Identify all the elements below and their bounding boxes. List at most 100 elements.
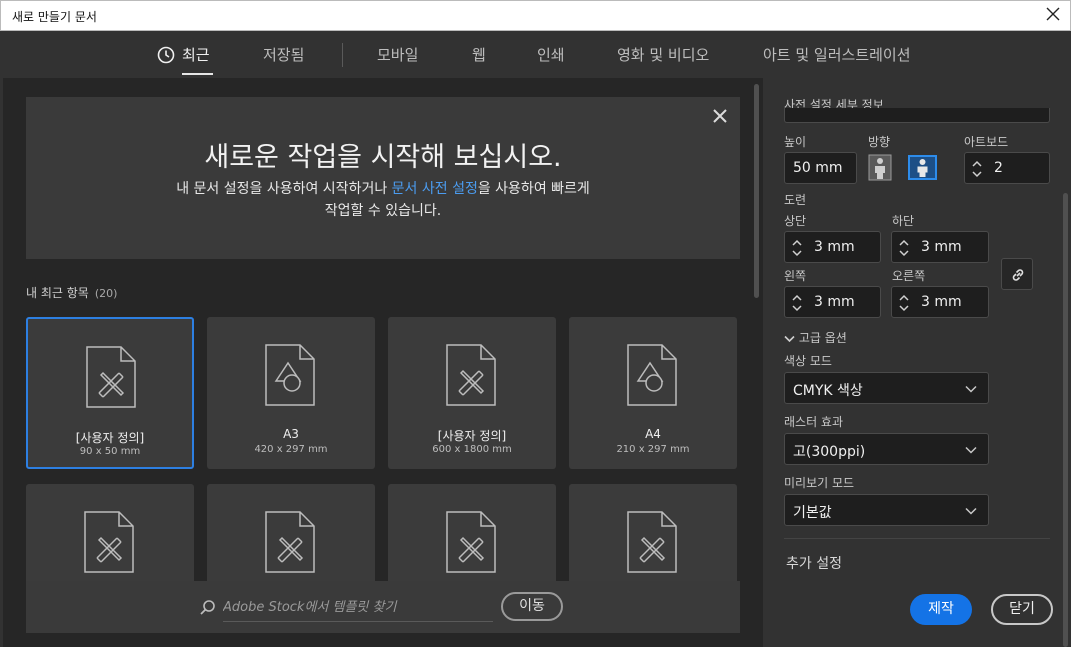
recent-item[interactable] bbox=[26, 484, 194, 581]
link-bleed-button[interactable] bbox=[1001, 258, 1033, 290]
category-tabs: 최근 저장됨 모바일 웹 인쇄 영화 및 비디오 아트 및 일러스트레이션 bbox=[0, 31, 1071, 78]
stepper-icon[interactable] bbox=[898, 291, 910, 315]
raster-effects-label: 래스터 효과 bbox=[784, 415, 844, 429]
welcome-title: 새로운 작업을 시작해 보십시오. bbox=[204, 142, 562, 173]
artboards-label: 아트보드 bbox=[964, 135, 1009, 149]
right-scrollbar[interactable] bbox=[1063, 193, 1068, 647]
bleed-top-field[interactable]: 3 mm bbox=[784, 231, 881, 263]
title-bar: 새로 만들기 문서 bbox=[0, 0, 1071, 31]
stepper-icon[interactable] bbox=[971, 157, 983, 181]
bleed-left-value: 3 mm bbox=[814, 294, 855, 310]
create-button[interactable]: 제작 bbox=[910, 594, 972, 625]
stock-search-bar: 이동 bbox=[26, 581, 740, 633]
color-mode-value: CMYK 색상 bbox=[793, 383, 863, 399]
recent-label: 내 최근 항목 bbox=[26, 286, 89, 300]
bleed-right-value: 3 mm bbox=[921, 294, 962, 310]
bleed-right-label: 오른쪽 bbox=[892, 269, 926, 283]
recent-item[interactable]: [사용자 정의] 90 x 50 mm bbox=[26, 317, 194, 469]
left-scrollbar[interactable] bbox=[754, 84, 759, 298]
bleed-bottom-value: 3 mm bbox=[921, 239, 962, 255]
section-divider bbox=[784, 538, 1050, 539]
shapes-doc-icon bbox=[265, 344, 315, 406]
tab-divider bbox=[342, 43, 343, 67]
recent-item[interactable]: A3 420 x 297 mm bbox=[207, 317, 375, 469]
tab-film-video[interactable]: 영화 및 비디오 bbox=[617, 44, 709, 65]
stepper-icon[interactable] bbox=[791, 236, 803, 260]
recent-item[interactable] bbox=[388, 484, 556, 581]
preset-details-panel: 사전 설정 세부 정보 높이 50 mm 방향 아트보드 2 도련 상단 3 m… bbox=[764, 78, 1071, 647]
search-icon bbox=[200, 600, 215, 615]
bleed-right-field[interactable]: 3 mm bbox=[891, 286, 989, 318]
active-tab-indicator bbox=[182, 73, 213, 75]
stock-search-input[interactable] bbox=[223, 594, 493, 622]
bleed-left-label: 왼쪽 bbox=[784, 269, 807, 283]
item-size: 210 x 297 mm bbox=[616, 444, 690, 455]
tab-art-illustration[interactable]: 아트 및 일러스트레이션 bbox=[763, 44, 911, 65]
more-settings-button[interactable]: 추가 설정 bbox=[786, 553, 842, 573]
recent-pane: 새로운 작업을 시작해 보십시오. 내 문서 설정을 사용하여 시작하거나 문서… bbox=[3, 78, 763, 647]
welcome-text-part: 내 문서 설정을 사용하여 시작하거나 bbox=[176, 181, 392, 197]
advanced-options-toggle[interactable]: 고급 옵션 bbox=[784, 329, 847, 346]
custom-doc-icon bbox=[446, 344, 496, 406]
bleed-left-field[interactable]: 3 mm bbox=[784, 286, 881, 318]
advanced-options-label: 고급 옵션 bbox=[798, 331, 847, 345]
stepper-icon[interactable] bbox=[898, 236, 910, 260]
clock-icon bbox=[157, 46, 175, 64]
recent-item[interactable] bbox=[569, 484, 737, 581]
presets-link[interactable]: 문서 사전 설정 bbox=[392, 181, 478, 197]
raster-effects-value: 고(300ppi) bbox=[793, 444, 866, 460]
item-size: 90 x 50 mm bbox=[79, 446, 141, 457]
width-field[interactable] bbox=[784, 108, 1050, 123]
bleed-top-label: 상단 bbox=[784, 214, 807, 228]
artboards-field[interactable]: 2 bbox=[964, 152, 1050, 184]
welcome-banner: 새로운 작업을 시작해 보십시오. 내 문서 설정을 사용하여 시작하거나 문서… bbox=[26, 97, 740, 259]
tab-web[interactable]: 웹 bbox=[472, 44, 486, 65]
chevron-down-icon bbox=[784, 335, 795, 342]
height-value: 50 mm bbox=[793, 160, 843, 176]
tab-saved[interactable]: 저장됨 bbox=[263, 44, 304, 65]
tab-print[interactable]: 인쇄 bbox=[537, 44, 565, 65]
portrait-icon[interactable] bbox=[868, 154, 892, 181]
color-mode-dropdown[interactable]: CMYK 색상 bbox=[784, 372, 989, 404]
item-name: A3 bbox=[283, 427, 299, 441]
welcome-text: 내 문서 설정을 사용하여 시작하거나 문서 사전 설정을 사용하여 빠르게 작… bbox=[26, 178, 740, 222]
recent-item[interactable]: A4 210 x 297 mm bbox=[569, 317, 737, 469]
custom-doc-icon bbox=[627, 511, 677, 573]
item-name: [사용자 정의] bbox=[437, 429, 507, 443]
item-size: 600 x 1800 mm bbox=[432, 444, 512, 455]
close-icon[interactable] bbox=[1044, 5, 1062, 23]
tab-mobile[interactable]: 모바일 bbox=[377, 44, 418, 65]
chevron-down-icon bbox=[965, 446, 977, 454]
raster-effects-dropdown[interactable]: 고(300ppi) bbox=[784, 433, 989, 465]
bleed-bottom-field[interactable]: 3 mm bbox=[891, 231, 989, 263]
go-button[interactable]: 이동 bbox=[501, 592, 563, 621]
custom-doc-icon bbox=[265, 511, 315, 573]
custom-doc-icon bbox=[446, 511, 496, 573]
stepper-icon[interactable] bbox=[791, 291, 803, 315]
custom-doc-icon bbox=[84, 511, 134, 573]
bleed-bottom-label: 하단 bbox=[892, 214, 915, 228]
recent-header: 내 최근 항목 (20) bbox=[26, 284, 117, 301]
height-label: 높이 bbox=[784, 135, 807, 149]
tab-recent[interactable]: 최근 bbox=[182, 44, 210, 65]
close-icon[interactable] bbox=[712, 108, 728, 124]
artboards-value: 2 bbox=[994, 160, 1003, 176]
welcome-text-part: 작업할 수 있습니다. bbox=[324, 203, 442, 219]
orientation-label: 방향 bbox=[868, 135, 891, 149]
preview-mode-value: 기본값 bbox=[793, 505, 832, 521]
color-mode-label: 색상 모드 bbox=[784, 354, 832, 368]
preview-mode-dropdown[interactable]: 기본값 bbox=[784, 494, 989, 526]
recent-item[interactable] bbox=[207, 484, 375, 581]
recent-count: (20) bbox=[94, 287, 118, 300]
height-field[interactable]: 50 mm bbox=[784, 152, 857, 184]
window-title: 새로 만들기 문서 bbox=[12, 10, 97, 24]
landscape-icon[interactable] bbox=[908, 154, 937, 181]
bleed-top-value: 3 mm bbox=[814, 239, 855, 255]
bleed-label: 도련 bbox=[784, 193, 807, 207]
item-name: [사용자 정의] bbox=[75, 431, 145, 445]
chevron-down-icon bbox=[965, 385, 977, 393]
custom-doc-icon bbox=[86, 346, 136, 408]
close-button[interactable]: 닫기 bbox=[991, 594, 1053, 625]
item-size: 420 x 297 mm bbox=[254, 444, 328, 455]
recent-item[interactable]: [사용자 정의] 600 x 1800 mm bbox=[388, 317, 556, 469]
